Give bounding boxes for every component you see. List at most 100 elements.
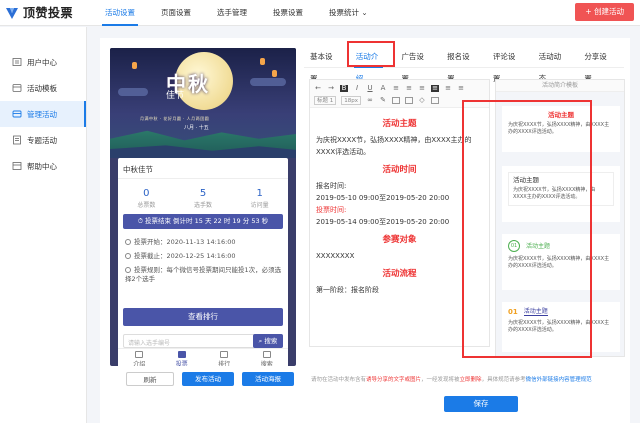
- help-icon: [12, 162, 22, 170]
- chevron-down-icon: ⌄: [361, 8, 368, 17]
- font-size-select[interactable]: 18px: [341, 96, 361, 105]
- tab-vote[interactable]: 投票: [161, 349, 204, 366]
- eraser-icon[interactable]: ◇: [418, 97, 426, 104]
- highlight-box: [347, 41, 395, 67]
- publish-activity-button[interactable]: 发布活动: [182, 372, 234, 386]
- sidebar-item-help-center[interactable]: 帮助中心: [0, 153, 86, 179]
- italic-icon[interactable]: I: [353, 85, 361, 92]
- content-heading: 活动主题: [382, 119, 417, 129]
- sidebar-item-label: 用户中心: [27, 57, 57, 67]
- content-paragraph: 2019-05-14 09:00至2019-05-20 20:00: [316, 218, 450, 226]
- tab-basic-settings[interactable]: 基本设置: [304, 46, 342, 83]
- poster-subtitle: 佳节: [166, 91, 185, 101]
- stat-label: 选手数: [194, 202, 213, 209]
- template-icon: [12, 84, 22, 92]
- ordered-list-icon[interactable]: ≡: [392, 85, 400, 92]
- clock-icon: ⏱: [137, 217, 143, 225]
- align-center-icon[interactable]: ≡: [431, 85, 439, 92]
- content-paragraph: 为庆祝XXXX节，弘扬XXXX精神，由XXXX主办的XXXX评选活动。: [316, 136, 472, 156]
- notice-text: ，一经发现将被: [421, 377, 460, 383]
- cloud-illustration: [118, 88, 148, 96]
- create-activity-button[interactable]: + 创建活动: [575, 3, 634, 21]
- poster-tagline: 月满中秋 · 花好月圆 · 人月两团圆: [140, 116, 210, 121]
- brush-icon[interactable]: ✎: [379, 97, 387, 104]
- content-heading: 活动时间: [382, 165, 417, 175]
- align-justify-icon[interactable]: ≡: [457, 85, 465, 92]
- highlight-box: [462, 100, 592, 358]
- video-icon[interactable]: [405, 97, 413, 104]
- undo-icon[interactable]: ←: [314, 85, 322, 92]
- align-left-icon[interactable]: ≡: [418, 85, 426, 92]
- topnav-vote-settings[interactable]: 投票设置: [260, 0, 316, 26]
- bold-icon[interactable]: B: [340, 85, 348, 92]
- topnav-vote-statistics[interactable]: 投票统计 ⌄: [316, 0, 381, 26]
- vote-rule-text: 投票规则：每个微信号投票期间只能投1次，必须选择2个选手: [125, 266, 282, 283]
- search-icon: [262, 351, 271, 358]
- sidebar-item-activity-templates[interactable]: 活动模板: [0, 75, 86, 101]
- unordered-list-icon[interactable]: ≡: [405, 85, 413, 92]
- underline-icon[interactable]: U: [366, 85, 374, 92]
- logo[interactable]: 顶赞投票: [4, 4, 73, 21]
- tab-search[interactable]: 搜索: [246, 349, 289, 366]
- sidebar-item-user-center[interactable]: 用户中心: [0, 49, 86, 75]
- link-icon[interactable]: ∞: [366, 97, 374, 104]
- align-right-icon[interactable]: ≡: [444, 85, 452, 92]
- user-icon: [12, 58, 22, 66]
- stats-row: 0 总票数 5 选手数 1 访问量: [118, 188, 288, 209]
- content-heading: 活动流程: [382, 269, 417, 279]
- content-paragraph: XXXXXXXX: [316, 252, 355, 260]
- content-paragraph: 报名时间:: [316, 182, 347, 190]
- stat-visits: 1 访问量: [231, 188, 288, 209]
- policy-link[interactable]: 微信外部链接内容管理规范: [526, 377, 592, 383]
- topnav-activity-settings[interactable]: 活动设置: [92, 0, 148, 26]
- content-notice: 请勿在活动中发布含有诱导分享的文字或图片，一经发现将被立即删除，具体规范请参考微…: [311, 375, 592, 383]
- vote-start-info: 投票开始：2020-11-13 14:16:00: [125, 238, 283, 247]
- redo-icon[interactable]: →: [327, 85, 335, 92]
- sidebar-item-manage-activities[interactable]: 管理活动: [0, 101, 86, 127]
- toolbar-row: 标题 1 18px ∞ ✎ ◇: [314, 96, 439, 105]
- person-icon: [177, 351, 186, 358]
- vote-end-text: 投票截止：2020-12-25 14:16:00: [134, 252, 236, 260]
- phone-tab-bar: 介绍 投票 排行 搜索: [118, 348, 288, 366]
- tab-label: 介绍: [133, 361, 146, 366]
- text-color-icon[interactable]: A: [379, 85, 387, 92]
- table-icon[interactable]: [431, 97, 439, 104]
- tab-intro[interactable]: 介绍: [118, 349, 161, 366]
- tab-share-settings[interactable]: 分享设置: [578, 46, 616, 83]
- countdown-banner: ⏱ 投票结束 倒计时 15 天 22 时 19 分 53 秒: [123, 214, 283, 229]
- sidebar: 用户中心 活动模板 管理活动 专题活动 帮助中心: [0, 27, 87, 423]
- heading-select[interactable]: 标题 1: [314, 96, 337, 105]
- topnav-contestant-management[interactable]: 选手管理: [204, 0, 260, 26]
- image-icon[interactable]: [392, 97, 400, 104]
- manage-icon: [12, 110, 22, 118]
- tab-ad-settings[interactable]: 广告设置: [395, 46, 433, 83]
- tab-signup-settings[interactable]: 报名设置: [441, 46, 479, 83]
- topic-icon: [13, 135, 21, 145]
- sidebar-item-topic-activities[interactable]: 专题活动: [0, 127, 86, 153]
- content-paragraph: 投票时间:: [316, 206, 347, 214]
- save-button[interactable]: 保存: [444, 396, 518, 412]
- brand-name: 顶赞投票: [23, 6, 74, 20]
- top-nav: 活动设置 页面设置 选手管理 投票设置 投票统计 ⌄: [92, 0, 381, 26]
- search-input[interactable]: 请输入选手编号: [128, 338, 170, 347]
- tab-comment-settings[interactable]: 评论设置: [487, 46, 525, 83]
- lantern-illustration: [132, 62, 137, 69]
- toolbar-row: ← → B I U A ≡ ≡ ≡ ≡ ≡ ≡: [314, 85, 465, 92]
- main-panel: 中秋 佳节 月满中秋 · 花好月圆 · 人月两团圆 八月 · 十五 中秋佳节 0…: [100, 38, 630, 423]
- topnav-page-settings[interactable]: 页面设置: [148, 0, 204, 26]
- preview-actions: 刷新 发布活动 活动海报: [126, 372, 294, 386]
- tab-label: 投票: [175, 361, 188, 366]
- content-paragraph: 第一阶段：报名阶段: [316, 286, 379, 294]
- refresh-button[interactable]: 刷新: [126, 372, 174, 386]
- logo-icon: [6, 7, 18, 19]
- notice-warning: 立即删除: [459, 377, 482, 383]
- contestant-search: 请输入选手编号 ⌕ 搜索: [123, 334, 283, 348]
- activity-poster-button[interactable]: 活动海报: [242, 372, 294, 386]
- stat-value: 5: [199, 188, 207, 199]
- tab-ranking[interactable]: 排行: [203, 349, 246, 366]
- clock-icon: [125, 267, 131, 273]
- view-ranking-button[interactable]: 查看排行: [123, 308, 283, 326]
- tab-activity-news[interactable]: 活动动态: [533, 46, 571, 83]
- search-button[interactable]: ⌕ 搜索: [253, 334, 283, 348]
- content-heading: 参赛对象: [382, 235, 417, 245]
